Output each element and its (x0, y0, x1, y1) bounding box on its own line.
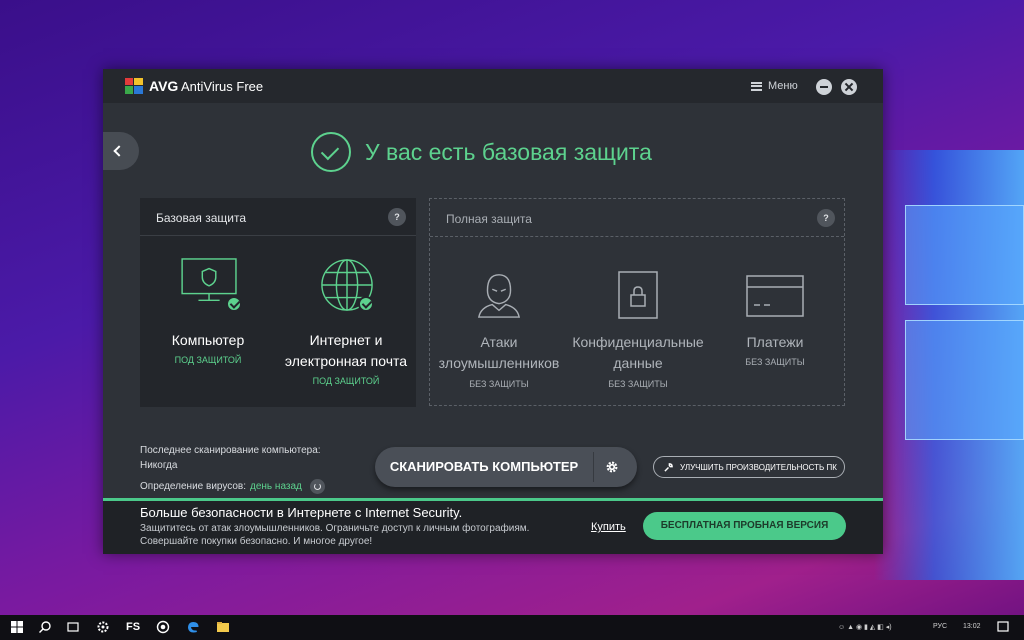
title-bar: AVG AntiVirus Free Меню (103, 69, 883, 103)
panel-title: Полная защита (446, 212, 532, 226)
minimize-button[interactable] (816, 79, 832, 95)
panel-title: Базовая защита (156, 211, 246, 225)
status-title: У вас есть базовая защита (365, 138, 652, 165)
notifications-icon[interactable] (996, 620, 1010, 634)
feature-payments[interactable]: Платежи БЕЗ ЗАЩИТЫ (708, 271, 842, 391)
feature-internet-email[interactable]: Интернет и электронная почта ПОД ЗАЩИТОЙ (278, 258, 414, 398)
menu-label: Меню (768, 80, 798, 92)
panel-header: Базовая защита ? (140, 198, 416, 236)
panel-header: Полная защита ? (430, 199, 844, 237)
brand-name: AVG (149, 78, 179, 94)
feature-private-data[interactable]: Конфиденциальные данные БЕЗ ЗАЩИТЫ (568, 271, 708, 391)
virus-definitions-info: Определение вирусов: день назад (140, 479, 325, 494)
feature-status: БЕЗ ЗАЩИТЫ (608, 379, 668, 389)
feature-name: Конфиденциальные данные (572, 334, 704, 371)
protection-status: У вас есть базовая защита (311, 131, 652, 173)
definitions-label: Определение вирусов: (140, 481, 247, 492)
file-explorer-icon[interactable] (216, 620, 230, 634)
feature-computer[interactable]: Компьютер ПОД ЗАЩИТОЙ (148, 258, 268, 378)
wallpaper-window-pane (905, 320, 1024, 440)
full-protection-panel: Полная защита ? Атаки злоумышленников БЕ… (429, 198, 845, 406)
button-divider (593, 452, 594, 482)
scan-button-label: СКАНИРОВАТЬ КОМПЬЮТЕР (389, 459, 579, 474)
buy-link[interactable]: Купить (591, 521, 626, 533)
feature-name: Атаки злоумышленников (438, 334, 560, 371)
feature-name: Интернет и электронная почта (284, 332, 408, 369)
close-button[interactable] (841, 79, 857, 95)
avg-logo-icon (125, 78, 143, 94)
feature-status: БЕЗ ЗАЩИТЫ (469, 379, 529, 389)
improve-performance-button[interactable]: УЛУЧШИТЬ ПРОИЗВОДИТЕЛЬНОСТЬ ПК (653, 456, 845, 478)
scan-computer-button[interactable]: СКАНИРОВАТЬ КОМПЬЮТЕР (375, 447, 637, 487)
help-button[interactable]: ? (388, 208, 406, 226)
gear-icon[interactable] (605, 460, 619, 474)
refresh-definitions-button[interactable] (309, 479, 325, 494)
lock-document-icon (618, 271, 658, 319)
feature-status: БЕЗ ЗАЩИТЫ (745, 357, 805, 367)
taskbar: FS ☺ ▲ ◉ ▮ ◭ ◧ ◂) РУС 13:02 (0, 615, 1024, 640)
hamburger-icon (751, 81, 762, 91)
windows-start-icon[interactable] (10, 620, 24, 634)
back-button[interactable] (103, 132, 139, 170)
feature-name: Компьютер (171, 332, 245, 348)
fs-app-button[interactable]: FS (126, 621, 140, 633)
check-circle-icon (311, 132, 351, 172)
feature-status: ПОД ЗАЩИТОЙ (174, 355, 242, 365)
wallpaper-window-pane (905, 205, 1024, 305)
menu-button[interactable]: Меню (751, 78, 798, 94)
free-trial-button[interactable]: БЕСПЛАТНАЯ ПРОБНАЯ ВЕРСИЯ (643, 512, 846, 540)
definitions-value: день назад (250, 481, 302, 492)
hacker-icon (477, 274, 521, 318)
performance-label: УЛУЧШИТЬ ПРОИЗВОДИТЕЛЬНОСТЬ ПК (680, 462, 837, 472)
protected-check-icon (358, 296, 374, 312)
promo-text: Защититесь от атак злоумышленников. Огра… (140, 523, 530, 547)
credit-card-icon (746, 275, 804, 317)
help-button[interactable]: ? (817, 209, 835, 227)
avg-window: AVG AntiVirus Free Меню У вас есть базов… (103, 69, 883, 554)
basic-protection-panel: Базовая защита ? Компьютер ПОД ЗАЩИТОЙ И… (140, 198, 416, 407)
feature-name: Платежи (746, 334, 804, 350)
search-icon[interactable] (38, 620, 52, 634)
last-scan-info: Последнее сканирование компьютера: Никог… (140, 443, 321, 473)
feature-hacker-attacks[interactable]: Атаки злоумышленников БЕЗ ЗАЩИТЫ (432, 271, 566, 391)
last-scan-value: Никогда (140, 460, 178, 471)
product-name: AntiVirus Free (181, 79, 264, 94)
language-indicator[interactable]: РУС (933, 623, 947, 630)
tray-icons: ☺ ▲ ◉ ▮ ◭ ◧ ◂) (838, 624, 892, 631)
clock[interactable]: 13:02 (963, 623, 981, 630)
wrench-icon (664, 462, 673, 472)
settings-gear-icon[interactable] (96, 620, 110, 634)
app-circle-icon[interactable] (156, 620, 170, 634)
edge-browser-icon[interactable] (186, 620, 200, 634)
task-view-icon[interactable] (66, 620, 80, 634)
upgrade-promo-bar: Больше безопасности в Интернете с Intern… (103, 498, 883, 554)
protected-check-icon (226, 296, 242, 312)
feature-status: ПОД ЗАЩИТОЙ (312, 376, 380, 386)
promo-title: Больше безопасности в Интернете с Intern… (140, 505, 463, 520)
last-scan-label: Последнее сканирование компьютера: (140, 445, 321, 456)
